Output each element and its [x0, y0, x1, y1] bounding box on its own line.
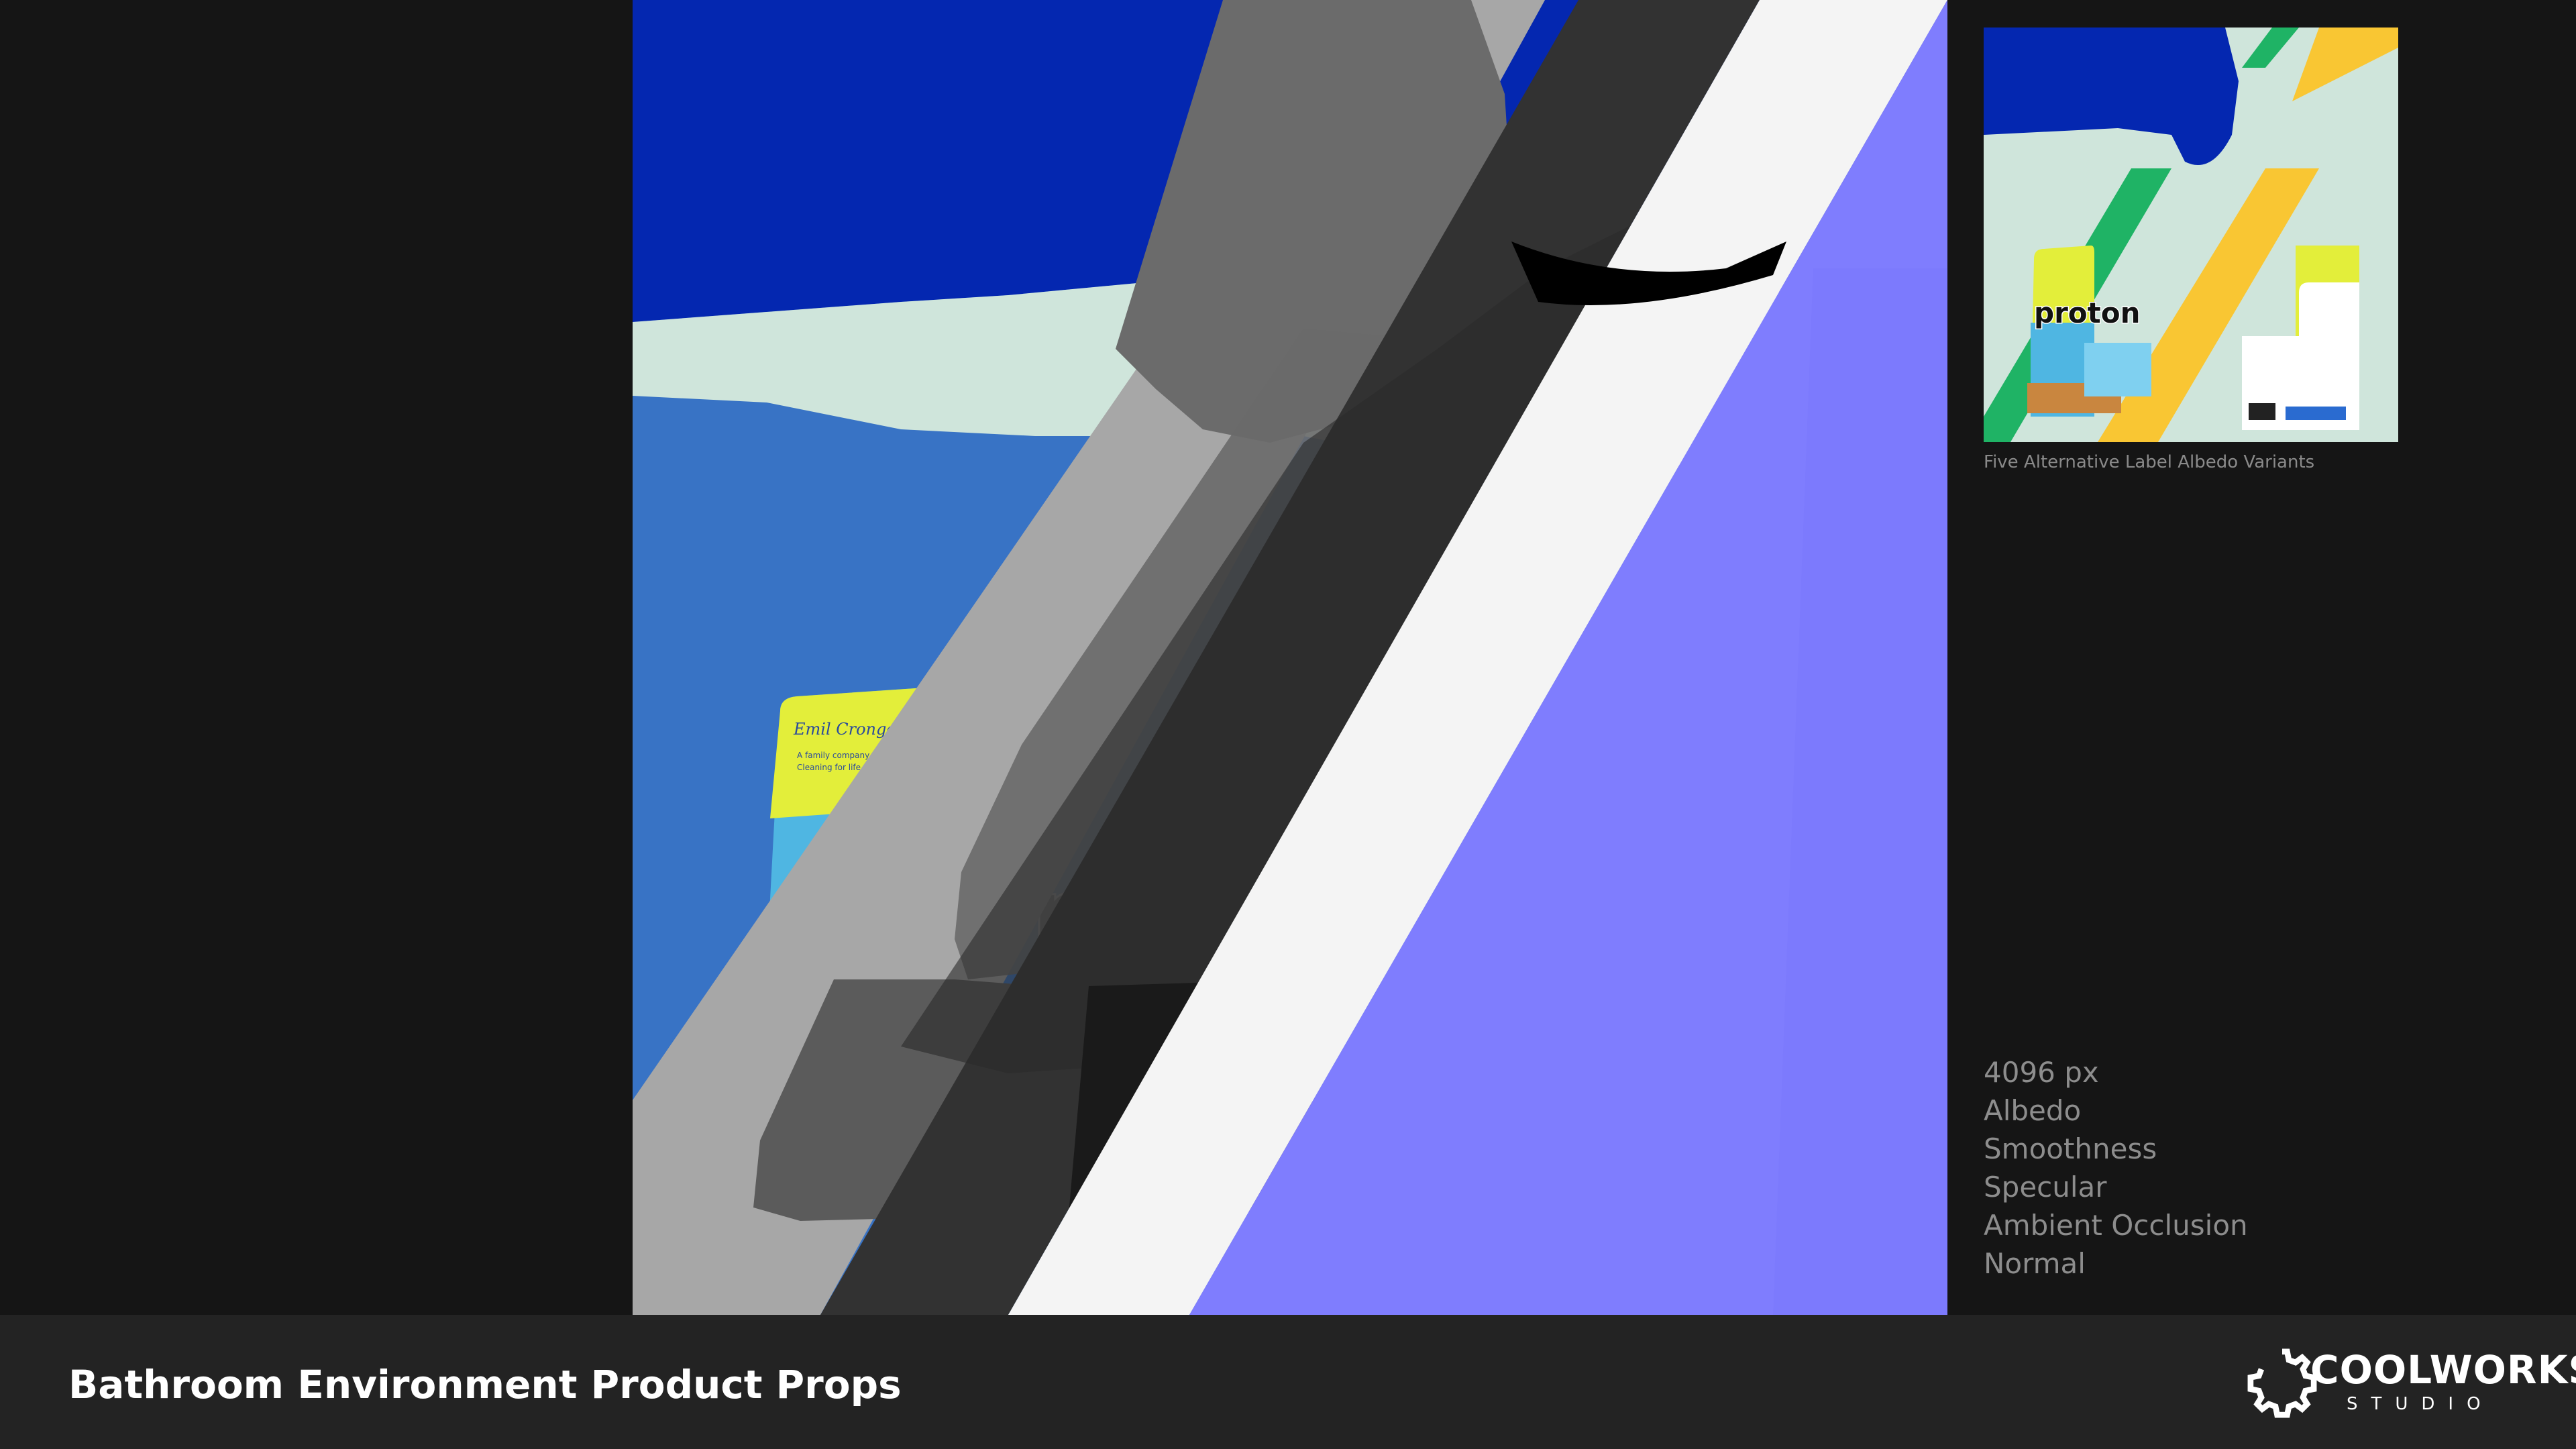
svg-text:Cleaning for life: Cleaning for life — [797, 763, 861, 772]
map-smoothness: Smoothness — [1984, 1132, 2157, 1165]
brand-subtitle: STUDIO — [2347, 1394, 2494, 1414]
brand-name: COOLWORKS — [2310, 1347, 2576, 1393]
thumbnail-caption: Five Alternative Label Albedo Variants — [1984, 452, 2315, 472]
texture-slices-graphic: Emil Crongel A family company Cleaning f… — [633, 0, 1947, 1315]
map-albedo: Albedo — [1984, 1094, 2082, 1127]
label-variants-thumbnail: proton — [1984, 28, 2398, 442]
svg-text:A family company: A family company — [797, 751, 869, 760]
texture-maps-list: 4096 px Albedo Smoothness Specular Ambie… — [1984, 1053, 2248, 1283]
map-resolution: 4096 px — [1984, 1056, 2099, 1089]
brand-logo: COOLWORKS STUDIO — [2241, 1340, 2576, 1424]
texture-preview: Emil Crongel A family company Cleaning f… — [633, 0, 1947, 1315]
map-ambient-occlusion: Ambient Occlusion — [1984, 1209, 2248, 1242]
footer-bar: Bathroom Environment Product Props COOLW… — [0, 1315, 2576, 1449]
map-normal: Normal — [1984, 1247, 2086, 1280]
label-variants-graphic: proton — [1984, 28, 2398, 442]
page-title: Bathroom Environment Product Props — [68, 1362, 902, 1407]
svg-text:proton: proton — [2034, 297, 2140, 329]
map-specular: Specular — [1984, 1171, 2107, 1203]
